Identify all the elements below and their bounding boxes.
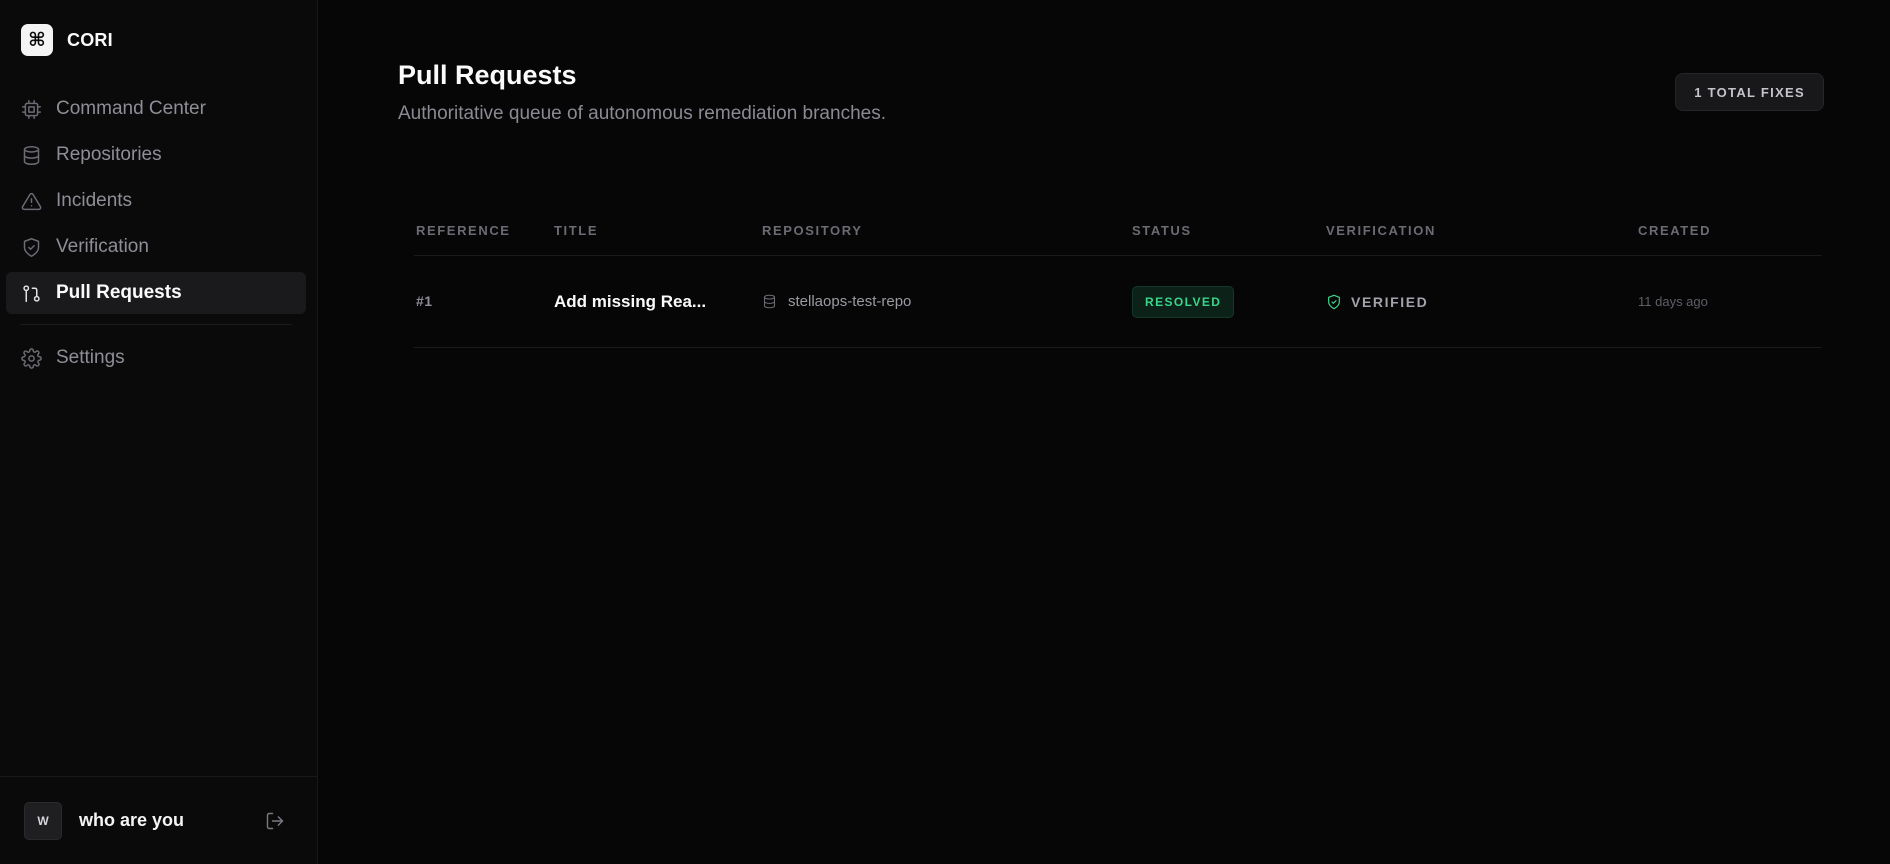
verification-status: VERIFIED (1326, 294, 1638, 310)
sidebar-nav: Command Center Repositories Incidents Ve… (6, 88, 306, 383)
sidebar-item-settings[interactable]: Settings (6, 337, 306, 379)
database-icon (21, 145, 42, 166)
sidebar-item-label: Incidents (56, 190, 133, 211)
verification-label: VERIFIED (1351, 293, 1429, 310)
sidebar-item-label: Command Center (56, 98, 206, 119)
column-header-repository: REPOSITORY (762, 223, 863, 238)
pull-requests-table: REFERENCE TITLE REPOSITORY STATUS VERIFI… (414, 206, 1822, 348)
user-name: who are you (79, 810, 185, 830)
sidebar-item-label: Pull Requests (56, 282, 182, 303)
main-content: Pull Requests Authoritative queue of aut… (318, 0, 1890, 864)
total-fixes-badge: 1 TOTAL FIXES (1675, 73, 1824, 111)
brand[interactable]: ⌘ CORI (21, 24, 113, 56)
cell-repository: stellaops-test-repo (762, 293, 1132, 310)
table-row[interactable]: #1 Add missing Rea... stellaops-test-rep… (414, 256, 1822, 348)
command-logo-icon: ⌘ (21, 24, 53, 56)
logout-icon[interactable] (265, 811, 285, 831)
gear-icon (21, 347, 42, 369)
column-header-reference: REFERENCE (416, 223, 511, 238)
pr-reference: #1 (416, 292, 433, 309)
git-pull-request-icon (21, 283, 42, 304)
sidebar-item-pull-requests[interactable]: Pull Requests (6, 272, 306, 314)
sidebar-item-label: Verification (56, 236, 149, 257)
repository-name: stellaops-test-repo (788, 293, 912, 310)
cpu-icon (21, 99, 42, 120)
user-panel: W who are you (0, 776, 317, 864)
cell-title: Add missing Rea... (554, 292, 762, 312)
sidebar-item-label: Settings (56, 347, 125, 368)
repository-link[interactable]: stellaops-test-repo (762, 293, 1132, 310)
status-badge: RESOLVED (1132, 285, 1235, 318)
column-header-status: STATUS (1132, 223, 1192, 238)
shield-check-icon (21, 237, 42, 258)
sidebar-item-incidents[interactable]: Incidents (6, 180, 306, 222)
cell-verification: VERIFIED (1326, 294, 1638, 310)
app-shell: ⌘ CORI Command Center Repositories Incid… (0, 0, 1890, 864)
sidebar-item-verification[interactable]: Verification (6, 226, 306, 268)
avatar[interactable]: W (24, 801, 62, 840)
column-header-verification: VERIFICATION (1326, 223, 1436, 238)
pr-title[interactable]: Add missing Rea... (554, 292, 706, 311)
shield-check-icon (1328, 294, 1340, 309)
created-timestamp: 11 days ago (1638, 293, 1708, 309)
column-header-title: TITLE (554, 223, 599, 238)
database-icon (763, 294, 776, 309)
cell-created: 11 days ago (1638, 293, 1822, 311)
cell-reference: #1 (414, 293, 554, 311)
warning-triangle-icon (21, 191, 42, 212)
table-header: REFERENCE TITLE REPOSITORY STATUS VERIFI… (414, 206, 1822, 256)
brand-name: CORI (67, 29, 113, 50)
page-title: Pull Requests (398, 60, 577, 90)
column-header-created: CREATED (1638, 223, 1712, 238)
cell-status: RESOLVED (1132, 285, 1326, 318)
sidebar-item-repositories[interactable]: Repositories (6, 134, 306, 176)
page-subtitle: Authoritative queue of autonomous remedi… (398, 103, 886, 124)
nav-divider (20, 324, 292, 325)
sidebar-item-label: Repositories (56, 144, 162, 165)
sidebar-item-command-center[interactable]: Command Center (6, 88, 306, 130)
sidebar: ⌘ CORI Command Center Repositories Incid… (0, 0, 318, 864)
